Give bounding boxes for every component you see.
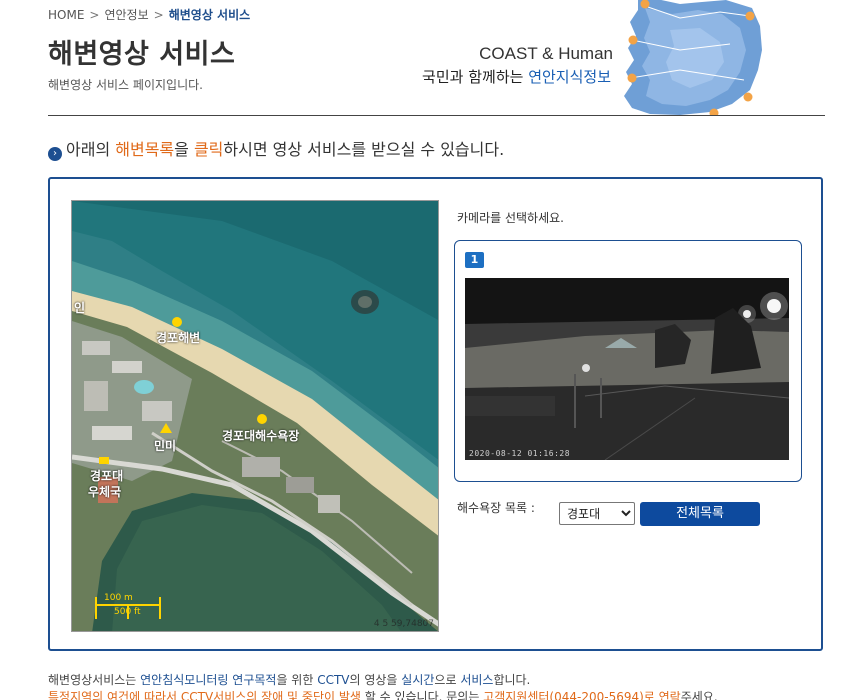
breadcrumb-separator: > (89, 8, 100, 22)
banner-korean-title: 국민과 함께하는 연안지식정보 (422, 66, 611, 87)
notice-text: 의 영상을 (349, 673, 402, 687)
breadcrumb-section[interactable]: 연안정보 (104, 8, 148, 22)
notice-text: 주세요. (680, 690, 718, 700)
map-label-minmi[interactable]: 민미 (154, 437, 176, 454)
page-subtitle: 해변영상 서비스 페이지입니다. (48, 78, 203, 92)
instruction-part: 을 (174, 140, 194, 159)
service-notice-line2: 특정지역의 여건에 따라서 CCTV서비스의 장애 및 중단이 발생 할 수 있… (48, 688, 718, 700)
page-title: 해변영상 서비스 (48, 39, 236, 70)
notice-highlight: 실시간 (401, 673, 435, 687)
map-label-post-office-2[interactable]: 우체국 (88, 483, 121, 500)
notice-text: 합니다. (493, 673, 531, 687)
banner-korean-prefix: 국민과 함께하는 (422, 68, 529, 86)
breadcrumb-separator: > (153, 8, 164, 22)
banner-english-title: COAST & Human (479, 44, 613, 63)
instruction-part: 하시면 영상 서비스를 받으실 수 있습니다. (223, 140, 505, 159)
full-list-button[interactable]: 전체목록 (640, 502, 760, 526)
camera-prompt: 카메라를 선택하세요. (457, 211, 564, 225)
breadcrumb-home[interactable]: HOME (48, 8, 84, 22)
map-label-top-left: 인 (74, 301, 86, 315)
cctv-video-feed[interactable]: 2020-08-12 01:16:28 (465, 278, 789, 460)
notice-highlight: 서비스 (460, 673, 494, 687)
notice-text: 할 수 있습니다. 문의는 (360, 690, 484, 700)
notice-contact: 고객지원센터(044-200-5694)로 연락 (483, 690, 681, 700)
map-label-gyeongpo-beach[interactable]: 경포해변 (156, 329, 200, 346)
notice-highlight: CCTV (317, 673, 350, 687)
banner-korean-highlight: 연안지식정보 (528, 68, 611, 86)
notice-warning: 특정지역의 여건에 따라서 CCTV서비스의 장애 및 중단이 발생 (48, 690, 361, 700)
beach-list-label: 해수욕장 목록 : (457, 501, 535, 515)
beach-select[interactable]: 경포대 (559, 502, 635, 525)
breadcrumb-current: 해변영상 서비스 (168, 8, 251, 22)
map-coord-readout: 4 5 59,74807 (373, 619, 434, 629)
coast-human-banner: COAST & Human 국민과 함께하는 연안지식정보 (380, 0, 825, 115)
camera-number-badge[interactable]: 1 (465, 252, 484, 268)
satellite-map[interactable]: 인 경포해변 경포대해수욕장 민미 경포대 우체국 100 m 500 ft 4… (71, 200, 439, 632)
map-scale-meters: 100 m (104, 593, 133, 603)
camera-timestamp: 2020-08-12 01:16:28 (469, 449, 571, 458)
chevron-right-icon: › (48, 147, 62, 161)
instruction-text: › 아래의 해변목록을 클릭하시면 영상 서비스를 받으실 수 있습니다. (48, 136, 504, 161)
notice-highlight: 연안침식모니터링 연구목적 (140, 673, 277, 687)
camera-box[interactable]: 1 2020-08-12 01:16:28 (454, 240, 802, 482)
notice-text: 을 위한 (276, 673, 318, 687)
map-label-gyeongpo-bathing[interactable]: 경포대해수욕장 (222, 427, 299, 444)
map-label-post-office-1[interactable]: 경포대 (90, 467, 123, 484)
service-notice-line1: 해변영상서비스는 연안침식모니터링 연구목적을 위한 CCTV의 영상을 실시간… (48, 671, 530, 688)
instruction-highlight: 해변목록 (115, 140, 175, 159)
header-divider (48, 115, 825, 116)
map-scale-feet: 500 ft (114, 607, 141, 617)
instruction-highlight: 클릭 (193, 140, 224, 159)
instruction-part: 아래의 (66, 140, 116, 159)
notice-text: 으로 (434, 673, 461, 687)
beach-video-panel: 인 경포해변 경포대해수욕장 민미 경포대 우체국 100 m 500 ft 4… (48, 177, 823, 651)
notice-text: 해변영상서비스는 (48, 673, 141, 687)
breadcrumb: HOME > 연안정보 > 해변영상 서비스 (48, 6, 250, 23)
